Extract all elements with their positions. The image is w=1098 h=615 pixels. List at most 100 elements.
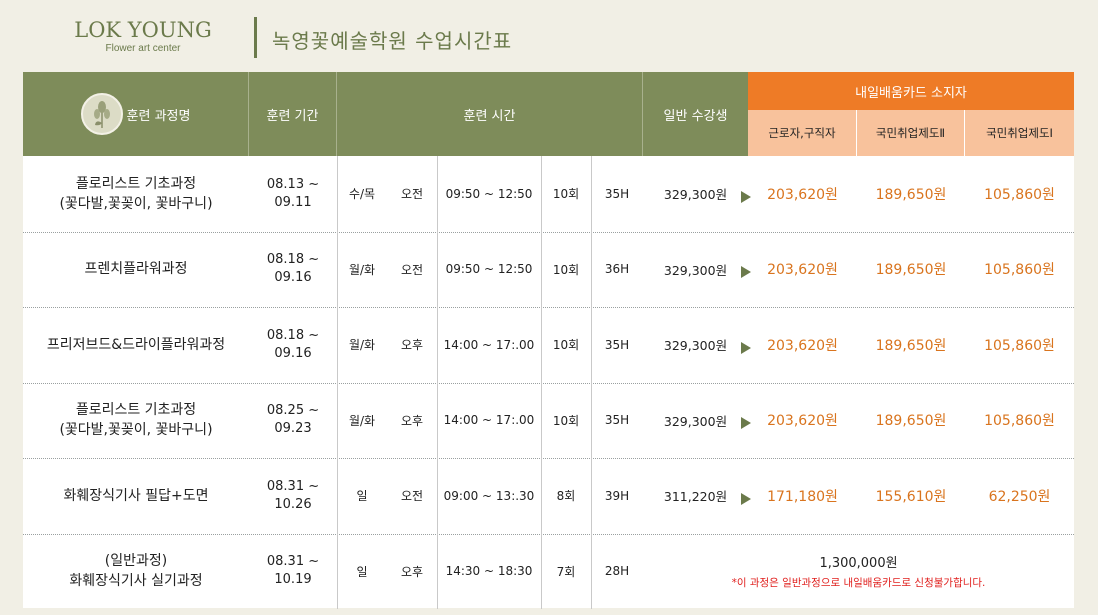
cell-hours: 39H xyxy=(604,488,630,503)
cell-natl1: 62,250원 xyxy=(988,488,1051,505)
header-time: 훈련 시간 xyxy=(337,72,643,156)
cell-days: 월/화 xyxy=(348,262,376,277)
header-natl2: 국민취업제도Ⅱ xyxy=(857,110,965,156)
cell-ampm: 오전 xyxy=(400,489,424,504)
cell-time: 09:50 ~ 12:50 xyxy=(445,262,533,277)
period-start: 08.25 ~ xyxy=(266,403,320,419)
row-divider xyxy=(23,458,1074,459)
page-header: LOK YOUNG Flower art center 녹영꽃예술학원 수업시간… xyxy=(0,0,1098,72)
course-name-line1: 프리저브드&드라이플라워과정 xyxy=(46,336,226,353)
header-card-group: 내일배움카드 소지자 xyxy=(748,72,1074,110)
last-row-pricing: 1,300,000원 *이 과정은 일반과정으로 내일배움카드로 신청불가합니다. xyxy=(643,534,1074,610)
cell-natl2: 189,650원 xyxy=(875,262,947,279)
cell-sessions: 10회 xyxy=(552,187,580,202)
header-course-label: 훈련 과정명 xyxy=(126,108,191,124)
cell-natl2: 189,650원 xyxy=(875,337,947,354)
row-divider xyxy=(23,533,1074,535)
cell-hours: 28H xyxy=(604,564,630,579)
cell-natl2: 189,650원 xyxy=(875,413,947,430)
header-natl1: 국민취업제도Ⅰ xyxy=(965,110,1074,156)
period-end: 09.16 xyxy=(274,345,312,361)
cell-natl2: 155,610원 xyxy=(875,488,947,505)
cell-time: 09:50 ~ 12:50 xyxy=(445,186,533,201)
table-row: 프리저브드&드라이플라워과정 08.18 ~ 09.16 월/화 오후 14:00 ~ 1… xyxy=(23,307,1074,383)
cell-general: 329,300원 xyxy=(663,187,728,203)
row-divider xyxy=(23,307,1074,308)
cell-time: 14:30 ~ 18:30 xyxy=(445,564,533,579)
cell-worker: 203,620원 xyxy=(767,337,838,354)
cell-sessions: 8회 xyxy=(556,489,576,504)
course-name-line1: 프렌치플라워과정 xyxy=(84,261,188,278)
cell-period: 08.18 ~ 09.16 xyxy=(249,307,337,383)
period-start: 08.13 ~ xyxy=(266,176,320,192)
header-general: 일반 수강생 xyxy=(643,72,748,156)
cell-period: 08.31 ~ 10.26 xyxy=(249,458,337,534)
period-end: 10.19 xyxy=(274,572,312,588)
cell-general: 329,300원 xyxy=(663,413,728,429)
cell-sessions: 10회 xyxy=(552,262,580,277)
cell-course: 플로리스트 기초과정 (꽃다발,꽃꽂이, 꽃바구니) xyxy=(23,383,249,459)
table-row: 플로리스트 기초과정 (꽃다발,꽃꽂이, 꽃바구니) 08.25 ~ 09.23 월/화… xyxy=(23,383,1074,459)
table-row: 화훼장식기사 필답+도면 08.31 ~ 10.26 일 오전 09:00 ~ 13:.3… xyxy=(23,458,1074,534)
cell-ampm: 오후 xyxy=(400,338,424,353)
period-end: 09.16 xyxy=(274,270,312,286)
cell-time: 14:00 ~ 17:.00 xyxy=(443,337,535,352)
cell-natl1: 105,860원 xyxy=(984,337,1055,354)
logo-wordmark: LOK YOUNG xyxy=(74,18,212,42)
period-end: 10.26 xyxy=(274,496,312,512)
flower-emblem-icon xyxy=(80,93,123,135)
period-start: 08.31 ~ xyxy=(266,478,320,494)
cell-days: 일 xyxy=(356,564,368,579)
cell-ampm: 오후 xyxy=(400,564,424,579)
course-name-line2: (꽃다발,꽃꽂이, 꽃바구니) xyxy=(59,195,213,212)
cell-time: 14:00 ~ 17:.00 xyxy=(443,413,535,428)
cell-course: (일반과정) 화훼장식기사 실기과정 xyxy=(23,534,249,610)
cell-days: 수/목 xyxy=(348,187,376,202)
arrow-icon xyxy=(741,341,751,354)
header-worker: 근로자,구직자 xyxy=(748,110,857,156)
cell-ampm: 오전 xyxy=(400,187,424,202)
cell-worker: 203,620원 xyxy=(767,262,838,279)
row-divider xyxy=(23,382,1074,384)
cell-natl1: 105,860원 xyxy=(984,186,1055,203)
cell-period: 08.31 ~ 10.19 xyxy=(249,534,337,610)
course-name-line1: 화훼장식기사 필답+도면 xyxy=(63,487,209,504)
timetable: 훈련 과정명 훈련 기간 훈련 시간 일반 수강생 내일배움카드 소지자 근로자… xyxy=(23,72,1074,610)
cell-period: 08.18 ~ 09.16 xyxy=(249,232,337,308)
cell-general: 329,300원 xyxy=(663,262,728,278)
total-price: 1,300,000원 xyxy=(819,556,898,572)
table-row: 프렌치플라워과정 08.18 ~ 09.16 월/화 오전 09:50 ~ 12:50 10… xyxy=(23,232,1074,308)
cell-ampm: 오후 xyxy=(400,413,424,428)
cell-natl1: 105,860원 xyxy=(984,413,1055,430)
logo[interactable]: LOK YOUNG Flower art center xyxy=(68,18,218,54)
cell-worker: 203,620원 xyxy=(767,186,838,203)
cell-worker: 171,180원 xyxy=(767,488,838,505)
course-name-line1: 플로리스트 기초과정 xyxy=(75,175,197,192)
cell-hours: 36H xyxy=(604,262,630,277)
page-title: 녹영꽃예술학원 수업시간표 xyxy=(272,29,513,53)
not-eligible-note: *이 과정은 일반과정으로 내일배움카드로 신청불가합니다. xyxy=(731,577,986,590)
cell-period: 08.13 ~ 09.11 xyxy=(249,156,337,232)
arrow-icon xyxy=(741,417,751,430)
column-divider xyxy=(541,156,542,609)
period-start: 08.18 ~ xyxy=(266,327,320,343)
cell-course: 플로리스트 기초과정 (꽃다발,꽃꽂이, 꽃바구니) xyxy=(23,156,249,232)
cell-sessions: 10회 xyxy=(552,338,580,353)
cell-period: 08.25 ~ 09.23 xyxy=(249,383,337,459)
cell-natl1: 105,860원 xyxy=(984,262,1055,279)
course-name-line1: 플로리스트 기초과정 xyxy=(75,402,197,419)
cell-days: 일 xyxy=(356,489,368,504)
title-divider xyxy=(254,17,257,58)
cell-sessions: 7회 xyxy=(556,564,576,579)
table-row: 플로리스트 기초과정 (꽃다발,꽃꽂이, 꽃바구니) 08.13 ~ 09.11 수/목… xyxy=(23,156,1074,232)
course-name-line2: (꽃다발,꽃꽂이, 꽃바구니) xyxy=(59,422,213,439)
cell-hours: 35H xyxy=(604,413,630,428)
header-period: 훈련 기간 xyxy=(249,72,337,156)
cell-days: 월/화 xyxy=(348,413,376,428)
cell-course: 화훼장식기사 필답+도면 xyxy=(23,458,249,534)
arrow-icon xyxy=(741,266,751,279)
cell-worker: 203,620원 xyxy=(767,413,838,430)
cell-natl2: 189,650원 xyxy=(875,186,947,203)
course-name-line1: (일반과정) xyxy=(104,553,168,570)
cell-course: 프렌치플라워과정 xyxy=(23,232,249,308)
